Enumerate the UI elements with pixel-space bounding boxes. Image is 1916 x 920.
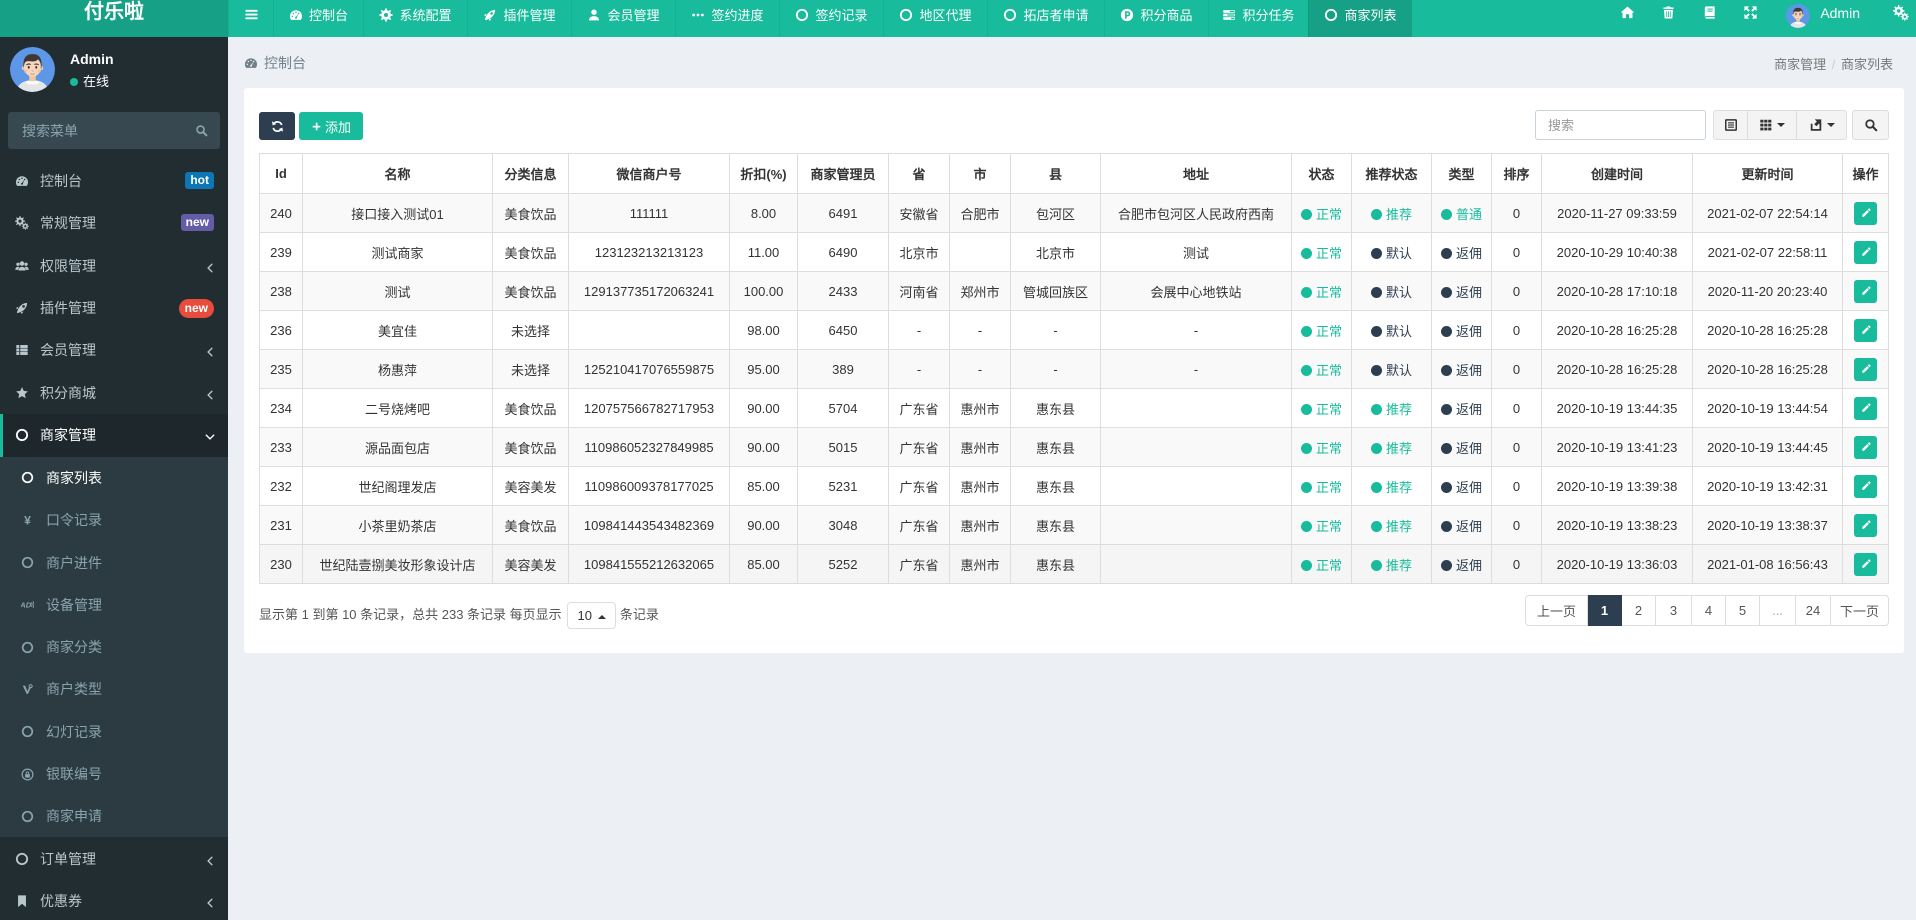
svg-text:AD: AD — [21, 601, 32, 610]
svg-text:¥: ¥ — [24, 514, 31, 527]
